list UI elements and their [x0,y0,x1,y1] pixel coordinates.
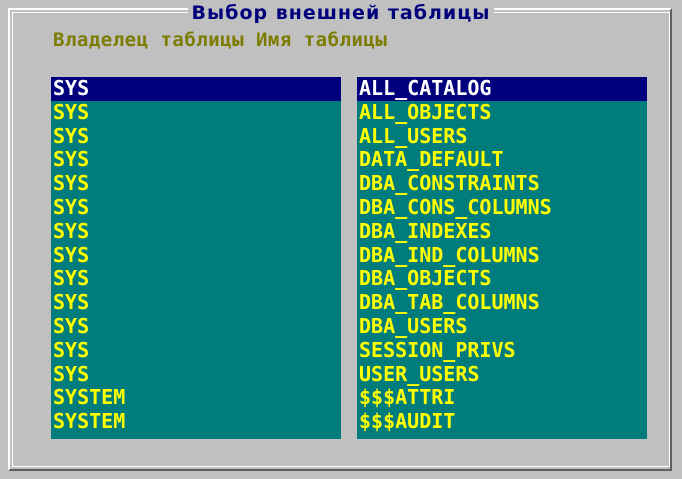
owner-list-item[interactable]: SYS [51,291,341,315]
table-list-item[interactable]: DBA_CONSTRAINTS [357,172,647,196]
owner-list-item[interactable]: SYSTEM [51,386,341,410]
table-list-item[interactable]: USER_USERS [357,363,647,387]
table-list-item[interactable]: $$$AUDIT [357,410,647,434]
owner-list-item[interactable]: SYS [51,125,341,149]
owner-list-item[interactable]: SYS [51,244,341,268]
owner-list-item[interactable]: SYS [51,172,341,196]
table-list-item[interactable]: DBA_USERS [357,315,647,339]
table-list-item[interactable]: DBA_OBJECTS [357,267,647,291]
owner-list[interactable]: SYS SYS SYS SYS SYS SYS SYS SYS SYS SYS SYS SYS SYS S… [51,77,341,439]
owner-list-item[interactable]: SYS [51,339,341,363]
table-list-item[interactable]: DBA_TAB_COLUMNS [357,291,647,315]
owner-list-item[interactable]: SYS [51,315,341,339]
owner-list-item[interactable]: SYSTEM [51,410,341,434]
owner-list-item[interactable]: SYS [51,363,341,387]
table-list-item[interactable]: DBA_INDEXES [357,220,647,244]
table-list-item[interactable]: $$$ATTRI [357,386,647,410]
column-header: Владелец таблицы Имя таблицы [53,29,388,51]
table-list-item[interactable]: DBA_CONS_COLUMNS [357,196,647,220]
table-list-item[interactable]: DATA_DEFAULT [357,148,647,172]
table-list-item[interactable]: ALL_CATALOG [357,77,647,101]
table-list-item[interactable]: ALL_USERS [357,125,647,149]
table-list-item[interactable]: ALL_OBJECTS [357,101,647,125]
owner-list-item[interactable]: SYS [51,148,341,172]
owner-list-item[interactable]: SYS [51,77,341,101]
table-name-list[interactable]: ALL_CATALOG ALL_OBJECTS ALL_USERS DATA_DEFA… [357,77,647,439]
dialog-title: Выбор внешней таблицы [0,2,682,24]
owner-list-item[interactable]: SYS [51,101,341,125]
dialog-title-text: Выбор внешней таблицы [187,2,495,24]
table-list-item[interactable]: DBA_IND_COLUMNS [357,244,647,268]
owner-list-item[interactable]: SYS [51,267,341,291]
table-list-item[interactable]: SESSION_PRIVS [357,339,647,363]
owner-list-item[interactable]: SYS [51,220,341,244]
owner-list-item[interactable]: SYS [51,196,341,220]
